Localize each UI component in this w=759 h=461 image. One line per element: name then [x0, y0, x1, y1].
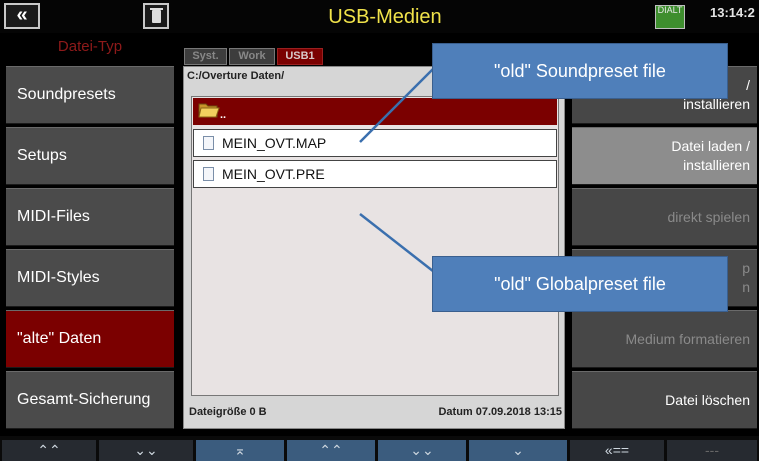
list-top-button[interactable]: ⌅ [196, 440, 284, 461]
trash-icon[interactable] [143, 3, 169, 29]
type-midi-files[interactable]: MIDI-Files [6, 188, 174, 246]
type-soundpresets[interactable]: Soundpresets [6, 66, 174, 124]
tab-work[interactable]: Work [229, 48, 275, 65]
type-setups[interactable]: Setups [6, 127, 174, 185]
file-size: Dateigröße 0 B [189, 406, 267, 418]
load-install-line2: installieren [683, 157, 750, 173]
format-medium-button[interactable]: Medium formatieren [572, 310, 757, 368]
file-name: MEIN_OVT.MAP [222, 135, 327, 151]
current-path: C:/Overture Daten/ [187, 70, 285, 82]
list-down-button[interactable]: ⌄ [469, 440, 567, 461]
file-name: MEIN_OVT.PRE [222, 166, 325, 182]
file-row-pre[interactable]: MEIN_OVT.PRE [193, 160, 557, 188]
format-medium-label: Medium formatieren [625, 330, 751, 347]
left-page-up-button[interactable]: ⌃⌃ [2, 440, 96, 461]
soundpreset-callout: "old" Soundpreset file [432, 43, 728, 99]
play-directly-button[interactable]: direkt spielen [572, 188, 757, 246]
load-install-line1: Datei laden / [671, 138, 750, 154]
file-type-heading: Datei-Typ [57, 38, 123, 55]
type-midi-styles[interactable]: MIDI-Styles [6, 249, 174, 307]
type-old-data[interactable]: "alte" Daten [6, 310, 174, 368]
globalpreset-callout: "old" Globalpreset file [432, 256, 728, 312]
file-date: Datum 07.09.2018 13:15 [438, 406, 562, 418]
open-folder-icon [198, 103, 220, 118]
delete-file-label: Datei löschen [665, 391, 750, 408]
file-icon [203, 136, 214, 150]
dialt-icon[interactable]: DIALT [655, 5, 685, 29]
play-directly-label: direkt spielen [667, 208, 751, 225]
trash-can [152, 10, 161, 23]
file-row-map[interactable]: MEIN_OVT.MAP [193, 129, 557, 157]
type-full-backup[interactable]: Gesamt-Sicherung [6, 371, 174, 429]
back-arrow-button[interactable]: «== [570, 440, 664, 461]
page-title: USB-Medien [328, 6, 442, 28]
file-icon [203, 167, 214, 181]
tab-usb1[interactable]: USB1 [277, 48, 323, 65]
list-page-down-button[interactable]: ⌄⌄ [378, 440, 466, 461]
list-page-up-button[interactable]: ⌃⌃ [287, 440, 375, 461]
empty-button[interactable]: --- [667, 440, 757, 461]
parent-folder-label: .. [220, 109, 227, 121]
load-install-button[interactable]: Datei laden / installieren [572, 127, 757, 185]
tab-syst[interactable]: Syst. [184, 48, 227, 65]
back-button[interactable]: « [4, 3, 40, 29]
parent-folder-row[interactable] [193, 98, 557, 125]
clock: 13:14:2 [710, 5, 755, 20]
left-page-down-button[interactable]: ⌄⌄ [99, 440, 193, 461]
delete-file-button[interactable]: Datei löschen [572, 371, 757, 429]
